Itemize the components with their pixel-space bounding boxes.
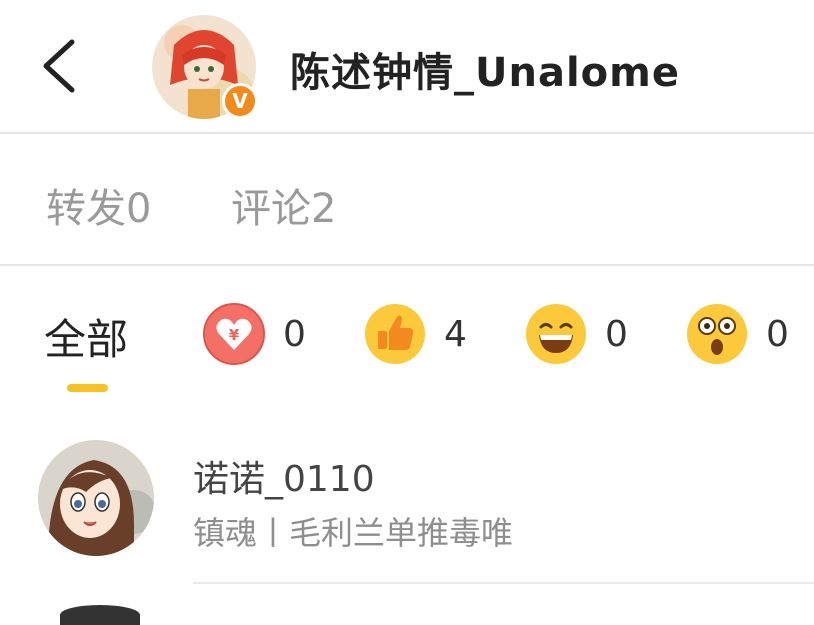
back-button[interactable]	[36, 34, 84, 98]
reaction-all-tab[interactable]: 全部	[44, 306, 128, 367]
tab-reposts-label: 转发	[46, 186, 126, 232]
verified-badge: V	[222, 83, 258, 119]
reaction-heart-count: 0	[283, 313, 306, 355]
heart-yen-icon: ¥	[203, 303, 265, 365]
laugh-icon	[526, 304, 586, 364]
active-tab-indicator	[67, 384, 108, 392]
tab-comments-label: 评论	[231, 186, 311, 232]
reaction-like-count: 4	[444, 313, 467, 355]
user-name: 诺诺_0110	[193, 459, 375, 500]
next-user-avatar[interactable]	[60, 605, 140, 625]
list-divider	[193, 582, 814, 584]
user-description: 镇魂丨毛利兰单推毒唯	[193, 514, 514, 552]
tab-comments[interactable]: 评论2	[231, 176, 336, 234]
chevron-left-icon	[43, 39, 75, 93]
reaction-surprised-button[interactable]: 0	[686, 302, 789, 366]
reaction-heart-button[interactable]: ¥ 0	[203, 302, 306, 366]
profile-header: V 陈述钟情_Unalome	[0, 0, 814, 132]
tab-bar: 转发0 评论2	[0, 134, 814, 264]
thumbs-up-icon	[365, 304, 425, 364]
surprised-icon	[687, 304, 747, 364]
profile-avatar[interactable]: V	[152, 15, 258, 119]
svg-text:¥: ¥	[229, 326, 240, 344]
list-item[interactable]: 诺诺_0110 镇魂丨毛利兰单推毒唯	[0, 434, 814, 584]
tab-comments-count: 2	[311, 186, 337, 232]
reaction-laugh-button[interactable]: 0	[525, 302, 628, 366]
user-avatar[interactable]	[38, 440, 154, 556]
reaction-laugh-count: 0	[605, 313, 628, 355]
tab-reposts-count: 0	[126, 186, 152, 232]
reaction-like-button[interactable]: 4	[364, 302, 467, 366]
tab-reposts[interactable]: 转发0	[46, 176, 151, 234]
reaction-filter-bar: 全部 ¥ 0 4 0 0	[0, 266, 814, 406]
reaction-surprised-count: 0	[766, 313, 789, 355]
page-title: 陈述钟情_Unalome	[290, 50, 680, 96]
